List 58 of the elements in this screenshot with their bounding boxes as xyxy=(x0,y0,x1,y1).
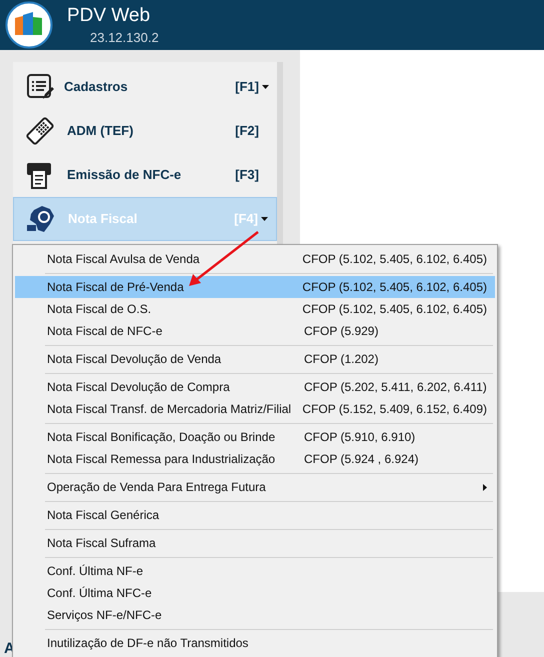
cfop-text: CFOP (5.924 , 6.924) xyxy=(304,451,419,468)
cfop-text: CFOP (5.910, 6.910) xyxy=(304,429,416,446)
menu-item[interactable]: Conf. Última NFC-e xyxy=(15,582,495,604)
sidebar-label: Cadastros xyxy=(64,78,129,96)
list-edit-icon xyxy=(26,73,54,101)
menu-item[interactable]: Conf. Última NF-e xyxy=(15,560,495,582)
menu-item-label: Nota Fiscal de NFC-e xyxy=(47,323,164,340)
menu-item[interactable]: Inutilização de DF-e não Transmitidos xyxy=(15,632,495,654)
shortcut-text: [F4] xyxy=(234,210,258,228)
sidebar-label: Nota Fiscal xyxy=(68,210,138,228)
cfop-text: CFOP (5.152, 5.409, 6.152, 6.409) xyxy=(302,401,487,418)
menu-item[interactable]: Nota Fiscal Genérica xyxy=(15,504,495,526)
menu-item[interactable]: Nota Fiscal de NFC-e CFOP (5.929) xyxy=(15,320,495,342)
cfop-text: CFOP (5.102, 5.405, 6.102, 6.405) xyxy=(302,279,487,296)
menu-item-label: Conf. Última NFC-e xyxy=(47,585,153,602)
cfop-text: CFOP (5.102, 5.405, 6.102, 6.405) xyxy=(302,251,487,268)
menu-item-label: Nota Fiscal Genérica xyxy=(47,507,160,524)
cfop-text: CFOP (1.202) xyxy=(304,351,378,368)
nfe-map-icon xyxy=(26,204,56,234)
menu-item[interactable]: Nota Fiscal Bonificação, Doação ou Brinde CFOP (5.910, 6.910) xyxy=(15,426,495,448)
menu-item-label: Operação de Venda Para Entrega Futura xyxy=(47,479,267,496)
printer-icon xyxy=(26,161,54,189)
shortcut-text: [F3] xyxy=(235,166,259,184)
menu-item-label: Nota Fiscal Bonificação, Doação ou Brinde xyxy=(47,429,276,446)
menu-item[interactable]: Nota Fiscal de O.S. CFOP (5.102, 5.405, 6.102, 6.405) xyxy=(15,298,495,320)
shortcut-text: [F2] xyxy=(235,122,259,140)
cfop-text: CFOP (5.202, 5.411, 6.202, 6.411) xyxy=(304,379,487,396)
menu-item-label: Nota Fiscal Devolução de Compra xyxy=(47,379,231,396)
menu-item-label: Inutilização de DF-e não Transmitidos xyxy=(47,635,250,652)
sidebar-item[interactable]: Cadastros [F1] xyxy=(13,65,277,109)
cfop-text: CFOP (5.102, 5.405, 6.102, 6.405) xyxy=(302,301,487,318)
menu-item[interactable]: Nota Fiscal Devolução de Compra CFOP (5.202, 5.411, 6.202, 6.411) xyxy=(15,376,495,398)
menu-item-label: Nota Fiscal Devolução de Venda xyxy=(47,351,222,368)
menu-item[interactable]: Serviços NF-e/NFC-e xyxy=(15,604,495,626)
shortcut-text: [F1] xyxy=(235,78,259,96)
menu-item-label: Conf. Última NF-e xyxy=(47,563,144,580)
menu-item-label: Nota Fiscal de Pré-Venda xyxy=(47,279,185,296)
menu-item[interactable]: Nota Fiscal Suframa xyxy=(15,532,495,554)
app-title: PDV Web xyxy=(67,4,152,26)
sidebar-item[interactable]: Emissão de NFC-e [F3] xyxy=(13,153,277,197)
menu-item[interactable]: Nota Fiscal de Pré-Venda CFOP (5.102, 5.405, 6.102, 6.405) xyxy=(15,276,495,298)
menu-item[interactable]: Nota Fiscal Transf. de Mercadoria Matriz/Filial CFOP (5.152, 5.409, 6.152, 6.409) xyxy=(15,398,495,420)
sidebar-label: ADM (TEF) xyxy=(67,122,134,140)
sidebar-label: Emissão de NFC-e xyxy=(67,166,182,184)
sidebar-item[interactable]: ADM (TEF) [F2] xyxy=(13,109,277,153)
menu-item-label: Serviços NF-e/NFC-e xyxy=(47,607,163,624)
version-text: 23.12.130.2 xyxy=(90,30,159,46)
menu-item-label: Nota Fiscal Suframa xyxy=(47,535,157,552)
menu-item-label: Nota Fiscal Transf. de Mercadoria Matriz/Filial xyxy=(47,401,292,418)
menu-item[interactable]: Nota Fiscal Devolução de Venda CFOP (1.202) xyxy=(15,348,495,370)
menu-item[interactable]: Operação de Venda Para Entrega Futura xyxy=(15,476,495,498)
menu-item[interactable]: Nota Fiscal Remessa para Industrialização CFOP (5.924 , 6.924) xyxy=(15,448,495,470)
menu-item-label: Nota Fiscal de O.S. xyxy=(47,301,152,318)
logo-icon xyxy=(5,1,53,49)
cfop-text: CFOP (5.929) xyxy=(304,323,378,340)
menu-item-label: Nota Fiscal Remessa para Industrialização xyxy=(47,451,276,468)
menu-item-label: Nota Fiscal Avulsa de Venda xyxy=(47,251,201,268)
menu-item[interactable]: Nota Fiscal Avulsa de Venda CFOP (5.102, 5.405, 6.102, 6.405) xyxy=(15,248,495,270)
